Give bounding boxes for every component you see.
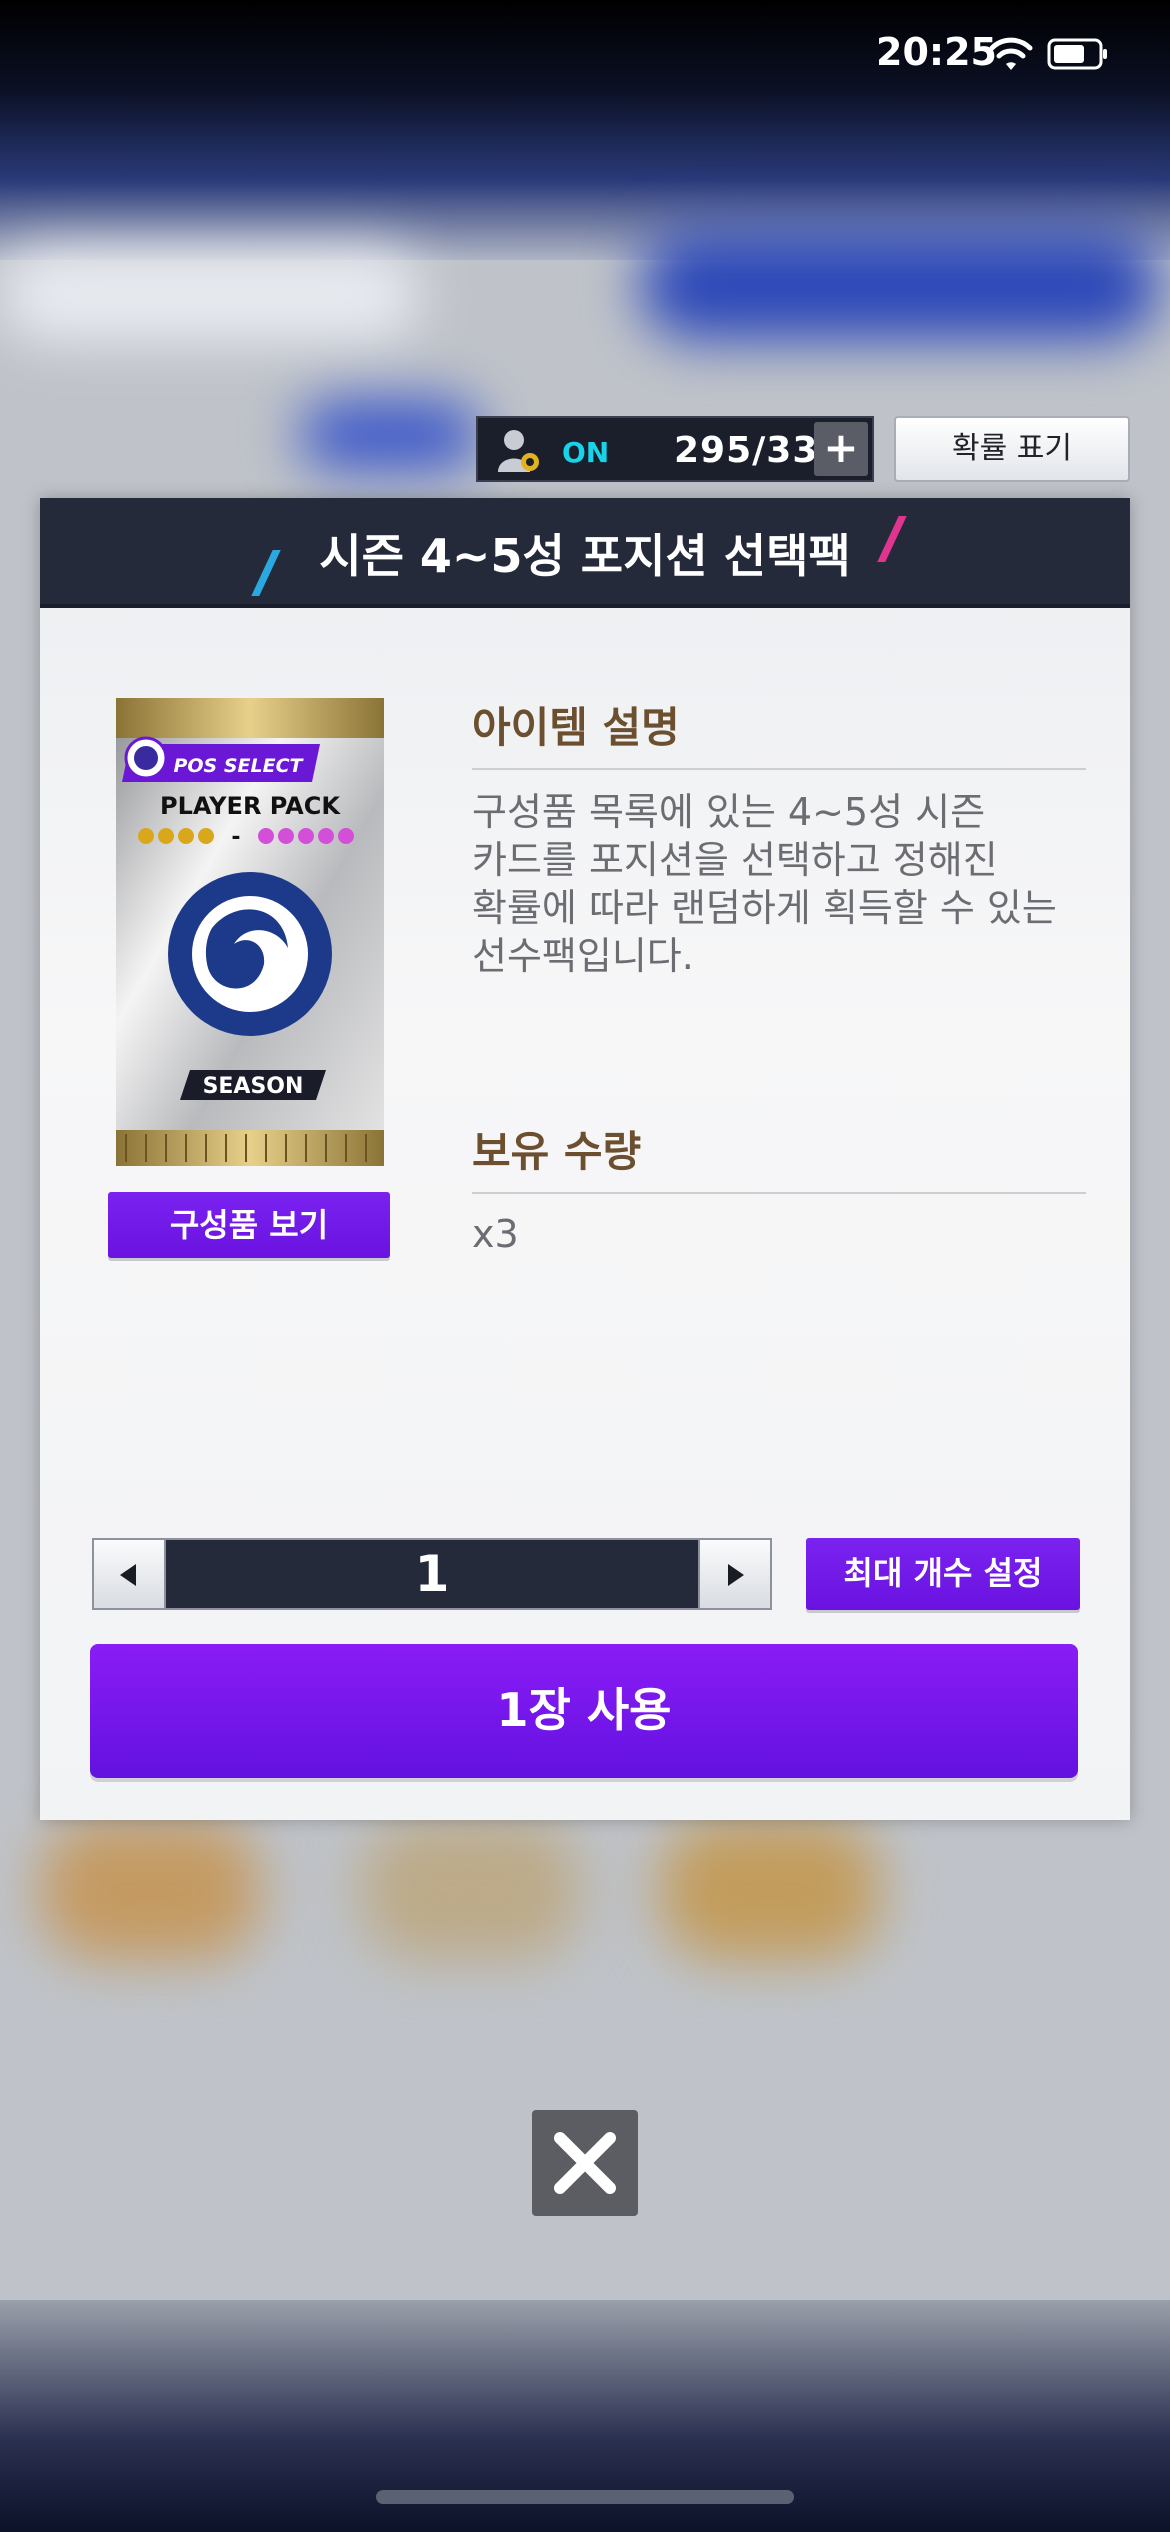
owned-quantity-value: x3 [472,1212,519,1256]
increase-button[interactable] [698,1540,770,1608]
description-title: 아이템 설명 [472,703,680,752]
use-pack-button[interactable]: 1장 사용 [90,1644,1078,1778]
svg-text:POS SELECT: POS SELECT [173,755,304,777]
arrow-left-icon [120,1564,136,1586]
wifi-icon [989,37,1033,70]
background-blob [660,1820,880,1960]
status-time: 20:25 [876,30,997,74]
close-button[interactable] [532,2110,638,2216]
owned-quantity-title: 보유 수량 [472,1127,642,1176]
close-icon [554,2132,616,2194]
description-line: 선수팩입니다. [472,934,694,978]
modal-header: 시즌 4~5성 포지션 선택팩 [40,498,1130,608]
arrow-right-icon [728,1564,744,1586]
background-blob [0,250,420,340]
svg-text:PLAYER PACK: PLAYER PACK [160,792,341,820]
battery-icon [1047,38,1107,70]
auto-play-avatar-icon[interactable] [492,426,544,476]
description-text: 구성품 목록에 있는 4~5성 시즌 카드를 포지션을 선택하고 정해진 확률에… [472,788,1112,980]
stamina-bar: ON 295/330 + [476,416,874,482]
description-divider [472,768,1086,770]
decrease-button[interactable] [94,1540,166,1608]
background-blob [360,1820,580,1960]
home-indicator[interactable] [376,2490,794,2504]
quantity-value[interactable]: 1 [164,1540,700,1608]
description-line: 카드를 포지션을 선택하고 정해진 [472,838,998,882]
add-stamina-button[interactable]: + [814,422,868,476]
probability-display-button[interactable]: 확률 표기 [894,416,1130,482]
item-modal: 시즌 4~5성 포지션 선택팩 POS SELECT PLAYER PACK -… [40,498,1130,1820]
description-line: 구성품 목록에 있는 4~5성 시즌 [472,790,986,834]
description-line: 확률에 따라 랜덤하게 획득할 수 있는 [472,886,1057,930]
modal-title: 시즌 4~5성 포지션 선택팩 [319,529,851,583]
svg-text:-: - [231,825,240,850]
owned-divider [472,1192,1086,1194]
view-contents-button[interactable]: 구성품 보기 [108,1192,390,1258]
player-pack-image: POS SELECT PLAYER PACK - SEASON [116,698,384,1166]
background-blob [300,400,480,470]
background-blob [640,230,1160,340]
background-blob [40,1820,260,1960]
auto-on-label: ON [562,436,610,469]
quantity-stepper: 1 [92,1538,772,1610]
svg-text:SEASON: SEASON [203,1074,304,1099]
set-max-quantity-button[interactable]: 최대 개수 설정 [806,1538,1080,1610]
